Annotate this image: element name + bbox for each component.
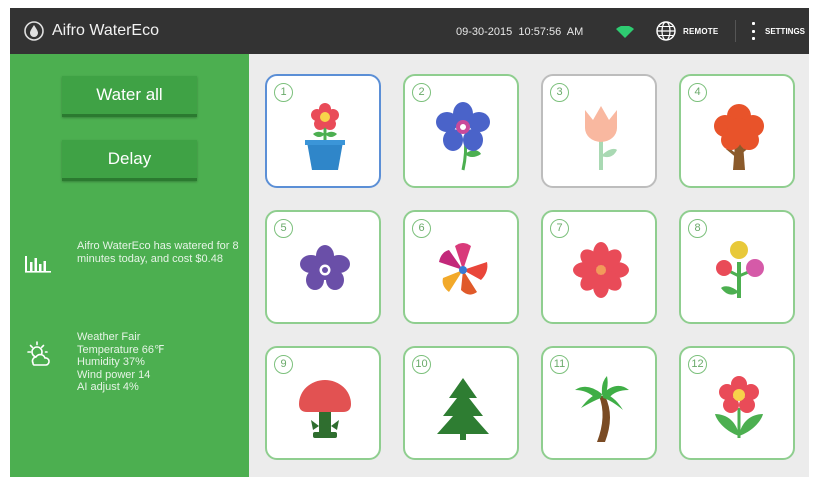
palm-tree-icon bbox=[575, 376, 629, 442]
settings-button[interactable]: SETTINGS bbox=[751, 18, 805, 44]
time-text: 10:57:56 bbox=[518, 26, 562, 38]
zone-number: 11 bbox=[550, 355, 569, 374]
zone-number: 10 bbox=[412, 355, 431, 374]
app-title: Aifro WaterEco bbox=[52, 22, 159, 39]
zone-tile-7[interactable]: 7 bbox=[541, 210, 657, 324]
water-drop-logo-icon bbox=[24, 21, 44, 41]
water-all-button[interactable]: Water all bbox=[62, 76, 197, 117]
potted-flower-icon bbox=[305, 103, 345, 170]
zone-tile-2[interactable]: 2 bbox=[403, 74, 519, 188]
zone-tile-8[interactable]: 8 bbox=[679, 210, 795, 324]
zone-number: 6 bbox=[412, 219, 431, 238]
settings-label: SETTINGS bbox=[765, 26, 806, 36]
red-flower-icon bbox=[573, 242, 629, 298]
date-text: 09-30-2015 bbox=[456, 26, 513, 38]
zone-number: 9 bbox=[274, 355, 293, 374]
zone-number: 8 bbox=[688, 219, 707, 238]
weather-condition: Weather Fair bbox=[77, 331, 141, 343]
remote-button[interactable]: REMOTE bbox=[655, 18, 718, 44]
delay-button[interactable]: Delay bbox=[62, 140, 197, 181]
zone-number: 2 bbox=[412, 83, 431, 102]
zone-tile-6[interactable]: 6 bbox=[403, 210, 519, 324]
zone-tile-4[interactable]: 4 bbox=[679, 74, 795, 188]
sun-cloud-icon bbox=[27, 341, 50, 366]
zone-tile-11[interactable]: 11 bbox=[541, 346, 657, 460]
weather-temperature: Temperature 66℉ bbox=[77, 343, 165, 356]
zone-number: 4 bbox=[688, 83, 707, 102]
zone-tile-1[interactable]: 1 bbox=[265, 74, 381, 188]
purple-flower-icon bbox=[300, 245, 350, 290]
star-flower-icon bbox=[439, 243, 488, 295]
weather-humidity: Humidity 37% bbox=[77, 356, 145, 369]
more-vertical-icon bbox=[751, 22, 755, 40]
weather-info: Weather Fair Temperature 66℉ Humidity 37… bbox=[77, 331, 165, 394]
weather-ai-adjust: AI adjust 4% bbox=[77, 381, 139, 394]
zone-tile-3[interactable]: 3 bbox=[541, 74, 657, 188]
weather-wind: Wind power 14 bbox=[77, 368, 151, 381]
blue-flower-icon bbox=[436, 102, 490, 171]
zone-number: 1 bbox=[274, 83, 293, 102]
zone-tile-5[interactable]: 5 bbox=[265, 210, 381, 324]
zone-number: 7 bbox=[550, 219, 569, 238]
wifi-icon bbox=[616, 26, 634, 38]
remote-label: REMOTE bbox=[683, 26, 719, 36]
usage-summary: Aifro WaterEco has watered for 8 minutes… bbox=[77, 240, 239, 265]
zone-grid: 1 2 3 4 5 6 7 8 9 10 11 12 bbox=[249, 54, 809, 477]
globe-icon bbox=[656, 21, 676, 41]
sidebar: Water all Delay Aifro WaterEco has water… bbox=[10, 54, 249, 477]
red-tree-icon bbox=[714, 104, 764, 170]
zone-number: 12 bbox=[688, 355, 707, 374]
zone-number: 5 bbox=[274, 219, 293, 238]
zone-tile-12[interactable]: 12 bbox=[679, 346, 795, 460]
datetime-display: 09-30-2015 10:57:56 AM bbox=[456, 26, 583, 38]
zone-number: 3 bbox=[550, 83, 569, 102]
app-window: Aifro WaterEco 09-30-2015 10:57:56 AM RE… bbox=[10, 8, 809, 477]
ampm-text: AM bbox=[566, 26, 584, 38]
pine-tree-icon bbox=[437, 378, 489, 440]
header-divider bbox=[735, 20, 736, 42]
zone-tile-9[interactable]: 9 bbox=[265, 346, 381, 460]
berry-plant-icon bbox=[716, 241, 764, 298]
top-bar: Aifro WaterEco 09-30-2015 10:57:56 AM RE… bbox=[10, 8, 809, 54]
zone-tile-10[interactable]: 10 bbox=[403, 346, 519, 460]
bar-chart-icon bbox=[25, 256, 51, 273]
leafy-flower-icon bbox=[715, 376, 763, 438]
tulip-icon bbox=[585, 106, 617, 170]
mushroom-bush-icon bbox=[299, 380, 351, 438]
